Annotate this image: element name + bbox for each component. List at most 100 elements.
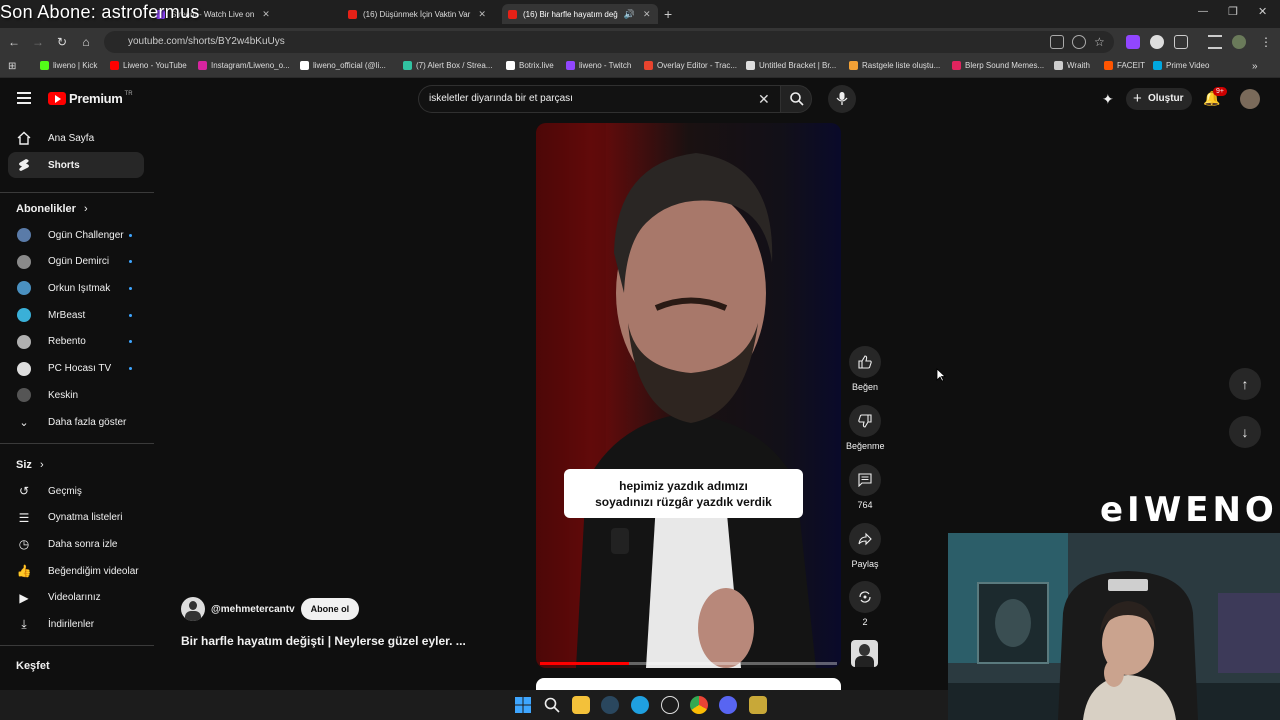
voice-search-button[interactable] bbox=[828, 85, 856, 113]
bookmark-item[interactable]: Rastgele liste oluştu... bbox=[849, 61, 940, 70]
clear-search-icon[interactable]: ✕ bbox=[758, 91, 770, 108]
openai-icon[interactable] bbox=[661, 696, 679, 714]
bookmark-item[interactable]: (7) Alert Box / Strea... bbox=[403, 61, 492, 70]
bookmark-star-icon[interactable]: ☆ bbox=[1094, 35, 1108, 49]
app-icon[interactable] bbox=[749, 696, 767, 714]
apps-grid-icon[interactable]: ⊞ bbox=[8, 61, 16, 72]
file-explorer-icon[interactable] bbox=[572, 696, 590, 714]
discord-icon[interactable] bbox=[719, 696, 737, 714]
account-avatar[interactable] bbox=[1240, 89, 1260, 109]
audio-thumbnail[interactable] bbox=[851, 640, 878, 667]
sidebar-item-you[interactable]: ◷ Daha sonra izle bbox=[8, 531, 144, 557]
close-window-button[interactable]: ✕ bbox=[1258, 5, 1267, 18]
bookmark-favicon-icon bbox=[1104, 61, 1113, 70]
home-button[interactable]: ⌂ bbox=[78, 34, 94, 50]
close-tab-icon[interactable]: ✕ bbox=[643, 9, 651, 20]
bookmark-item[interactable]: Overlay Editor - Trac... bbox=[644, 61, 737, 70]
bookmark-item[interactable]: Prime Video bbox=[1153, 61, 1209, 70]
twitch-extension-icon[interactable] bbox=[1126, 35, 1140, 49]
youtube-logo[interactable]: Premium TR bbox=[48, 91, 133, 106]
bookmark-item[interactable]: liweno_official (@li... bbox=[300, 61, 386, 70]
back-button[interactable]: ← bbox=[6, 34, 22, 50]
shorts-video-player[interactable] bbox=[536, 123, 841, 668]
sidebar-item-you[interactable]: 👍 Beğendiğim videolar bbox=[8, 558, 144, 584]
profile-avatar-icon[interactable] bbox=[1232, 35, 1246, 49]
bookmark-item[interactable]: Untitled Bracket | Br... bbox=[746, 61, 836, 70]
channel-avatar bbox=[17, 281, 31, 296]
channel-name[interactable]: @mehmetercantv bbox=[211, 604, 295, 615]
sidebar-divider bbox=[0, 645, 154, 646]
sidebar-item-home[interactable]: Ana Sayfa bbox=[8, 125, 144, 151]
new-tab-button[interactable]: + bbox=[664, 6, 672, 22]
sidebar-subscription-item[interactable]: Orkun Işıtmak bbox=[8, 275, 144, 301]
minimize-button[interactable]: — bbox=[1198, 6, 1208, 17]
speaker-icon[interactable]: 🔊 bbox=[624, 9, 635, 20]
show-more-button[interactable]: ⌄ Daha fazla göster bbox=[8, 409, 144, 435]
you-heading[interactable]: Siz › bbox=[16, 459, 44, 471]
sidebar-subscription-item[interactable]: Rebento bbox=[8, 329, 144, 355]
menu-icon[interactable] bbox=[17, 92, 31, 104]
dislike-button[interactable]: Beğenme bbox=[846, 405, 885, 451]
bookmark-item[interactable]: liweno - Twitch bbox=[566, 61, 631, 70]
browser-tab-active[interactable]: (16) Bir harfle hayatım değ 🔊 ✕ bbox=[502, 4, 658, 24]
eye-off-icon[interactable] bbox=[1072, 35, 1086, 49]
bookmark-item[interactable]: liweno | Kick bbox=[40, 61, 97, 70]
windows-start-icon[interactable] bbox=[514, 696, 532, 714]
address-bar[interactable]: youtube.com/shorts/BY2w4bKuUys bbox=[104, 31, 1114, 53]
bookmark-item[interactable]: Instagram/Liweno_o... bbox=[198, 61, 290, 70]
sidebar-subscription-item[interactable]: MrBeast bbox=[8, 302, 144, 328]
steam-icon[interactable] bbox=[601, 696, 619, 714]
browser-tab[interactable]: (16) Düşünmek İçin Vaktin Var ✕ bbox=[342, 4, 498, 24]
share-button[interactable]: Paylaş bbox=[846, 523, 884, 569]
chrome-icon[interactable] bbox=[690, 696, 708, 714]
next-short-button[interactable]: ↓ bbox=[1229, 416, 1261, 448]
sidebar-item-shorts[interactable]: Shorts bbox=[8, 152, 144, 178]
remix-button[interactable]: 2 bbox=[846, 581, 884, 627]
remix-icon bbox=[859, 591, 871, 603]
sidebar-subscription-item[interactable]: Ogün Demirci bbox=[8, 249, 144, 275]
close-tab-icon[interactable]: ✕ bbox=[478, 9, 486, 20]
sidebar-item-label: Daha sonra izle bbox=[48, 538, 118, 550]
channel-avatar bbox=[17, 361, 31, 376]
browser-menu-icon[interactable]: ⋮ bbox=[1258, 34, 1274, 50]
ai-sparkle-icon[interactable]: ✦ bbox=[1102, 91, 1114, 108]
close-tab-icon[interactable]: ✕ bbox=[262, 9, 270, 20]
search-input[interactable]: iskeletler diyarında bir et parçası bbox=[418, 85, 780, 113]
sidebar-subscription-item[interactable]: Ogün Challenger bbox=[8, 222, 144, 248]
edge-icon[interactable] bbox=[631, 696, 649, 714]
bookmark-item[interactable]: Liweno - YouTube bbox=[110, 61, 187, 70]
previous-short-button[interactable]: ↑ bbox=[1229, 368, 1261, 400]
taskbar-search-icon[interactable] bbox=[543, 696, 561, 714]
sidebar-item-you[interactable]: ☰ Oynatma listeleri bbox=[8, 505, 144, 531]
sidebar-item-you[interactable]: ▶ Videolarınız bbox=[8, 585, 144, 611]
bookmark-label: liweno_official (@li... bbox=[313, 61, 386, 70]
sidebar-item-you[interactable]: ⤓ İndirilenler bbox=[8, 612, 144, 638]
bookmark-item[interactable]: Botrix.live bbox=[506, 61, 554, 70]
install-app-icon[interactable] bbox=[1050, 35, 1064, 49]
like-button[interactable]: Beğen bbox=[846, 346, 884, 392]
reading-list-icon[interactable] bbox=[1208, 35, 1222, 49]
search-button[interactable] bbox=[780, 85, 812, 113]
forward-button[interactable]: → bbox=[30, 34, 46, 50]
maximize-button[interactable]: ❐ bbox=[1228, 5, 1238, 18]
bookmark-item[interactable]: Blerp Sound Memes... bbox=[952, 61, 1044, 70]
bookmark-favicon-icon bbox=[1054, 61, 1063, 70]
reload-button[interactable]: ↻ bbox=[54, 34, 70, 50]
more-bookmarks-icon[interactable]: » bbox=[1252, 61, 1258, 72]
sidebar-subscription-item[interactable]: PC Hocası TV bbox=[8, 356, 144, 382]
extension-icon[interactable] bbox=[1150, 35, 1164, 49]
sidebar-item-you[interactable]: ↺ Geçmiş bbox=[8, 478, 144, 504]
video-progress-track[interactable] bbox=[540, 662, 837, 665]
puzzle-icon[interactable] bbox=[1174, 35, 1188, 49]
bookmark-item[interactable]: FACEIT bbox=[1104, 61, 1145, 70]
new-content-dot bbox=[129, 260, 132, 264]
bookmark-item[interactable]: Wraith bbox=[1054, 61, 1090, 70]
channel-avatar[interactable] bbox=[181, 597, 205, 621]
create-button[interactable]: + Oluştur bbox=[1126, 88, 1192, 110]
short-title[interactable]: Bir harfle hayatım değişti | Neylerse gü… bbox=[181, 634, 466, 648]
comments-button[interactable]: 764 bbox=[846, 464, 884, 510]
subscribe-button[interactable]: Abone ol bbox=[300, 598, 360, 620]
subscriptions-heading[interactable]: Abonelikler › bbox=[16, 203, 88, 215]
sidebar-subscription-item[interactable]: Keskin bbox=[8, 382, 144, 408]
webcam-overlay bbox=[948, 533, 1280, 720]
